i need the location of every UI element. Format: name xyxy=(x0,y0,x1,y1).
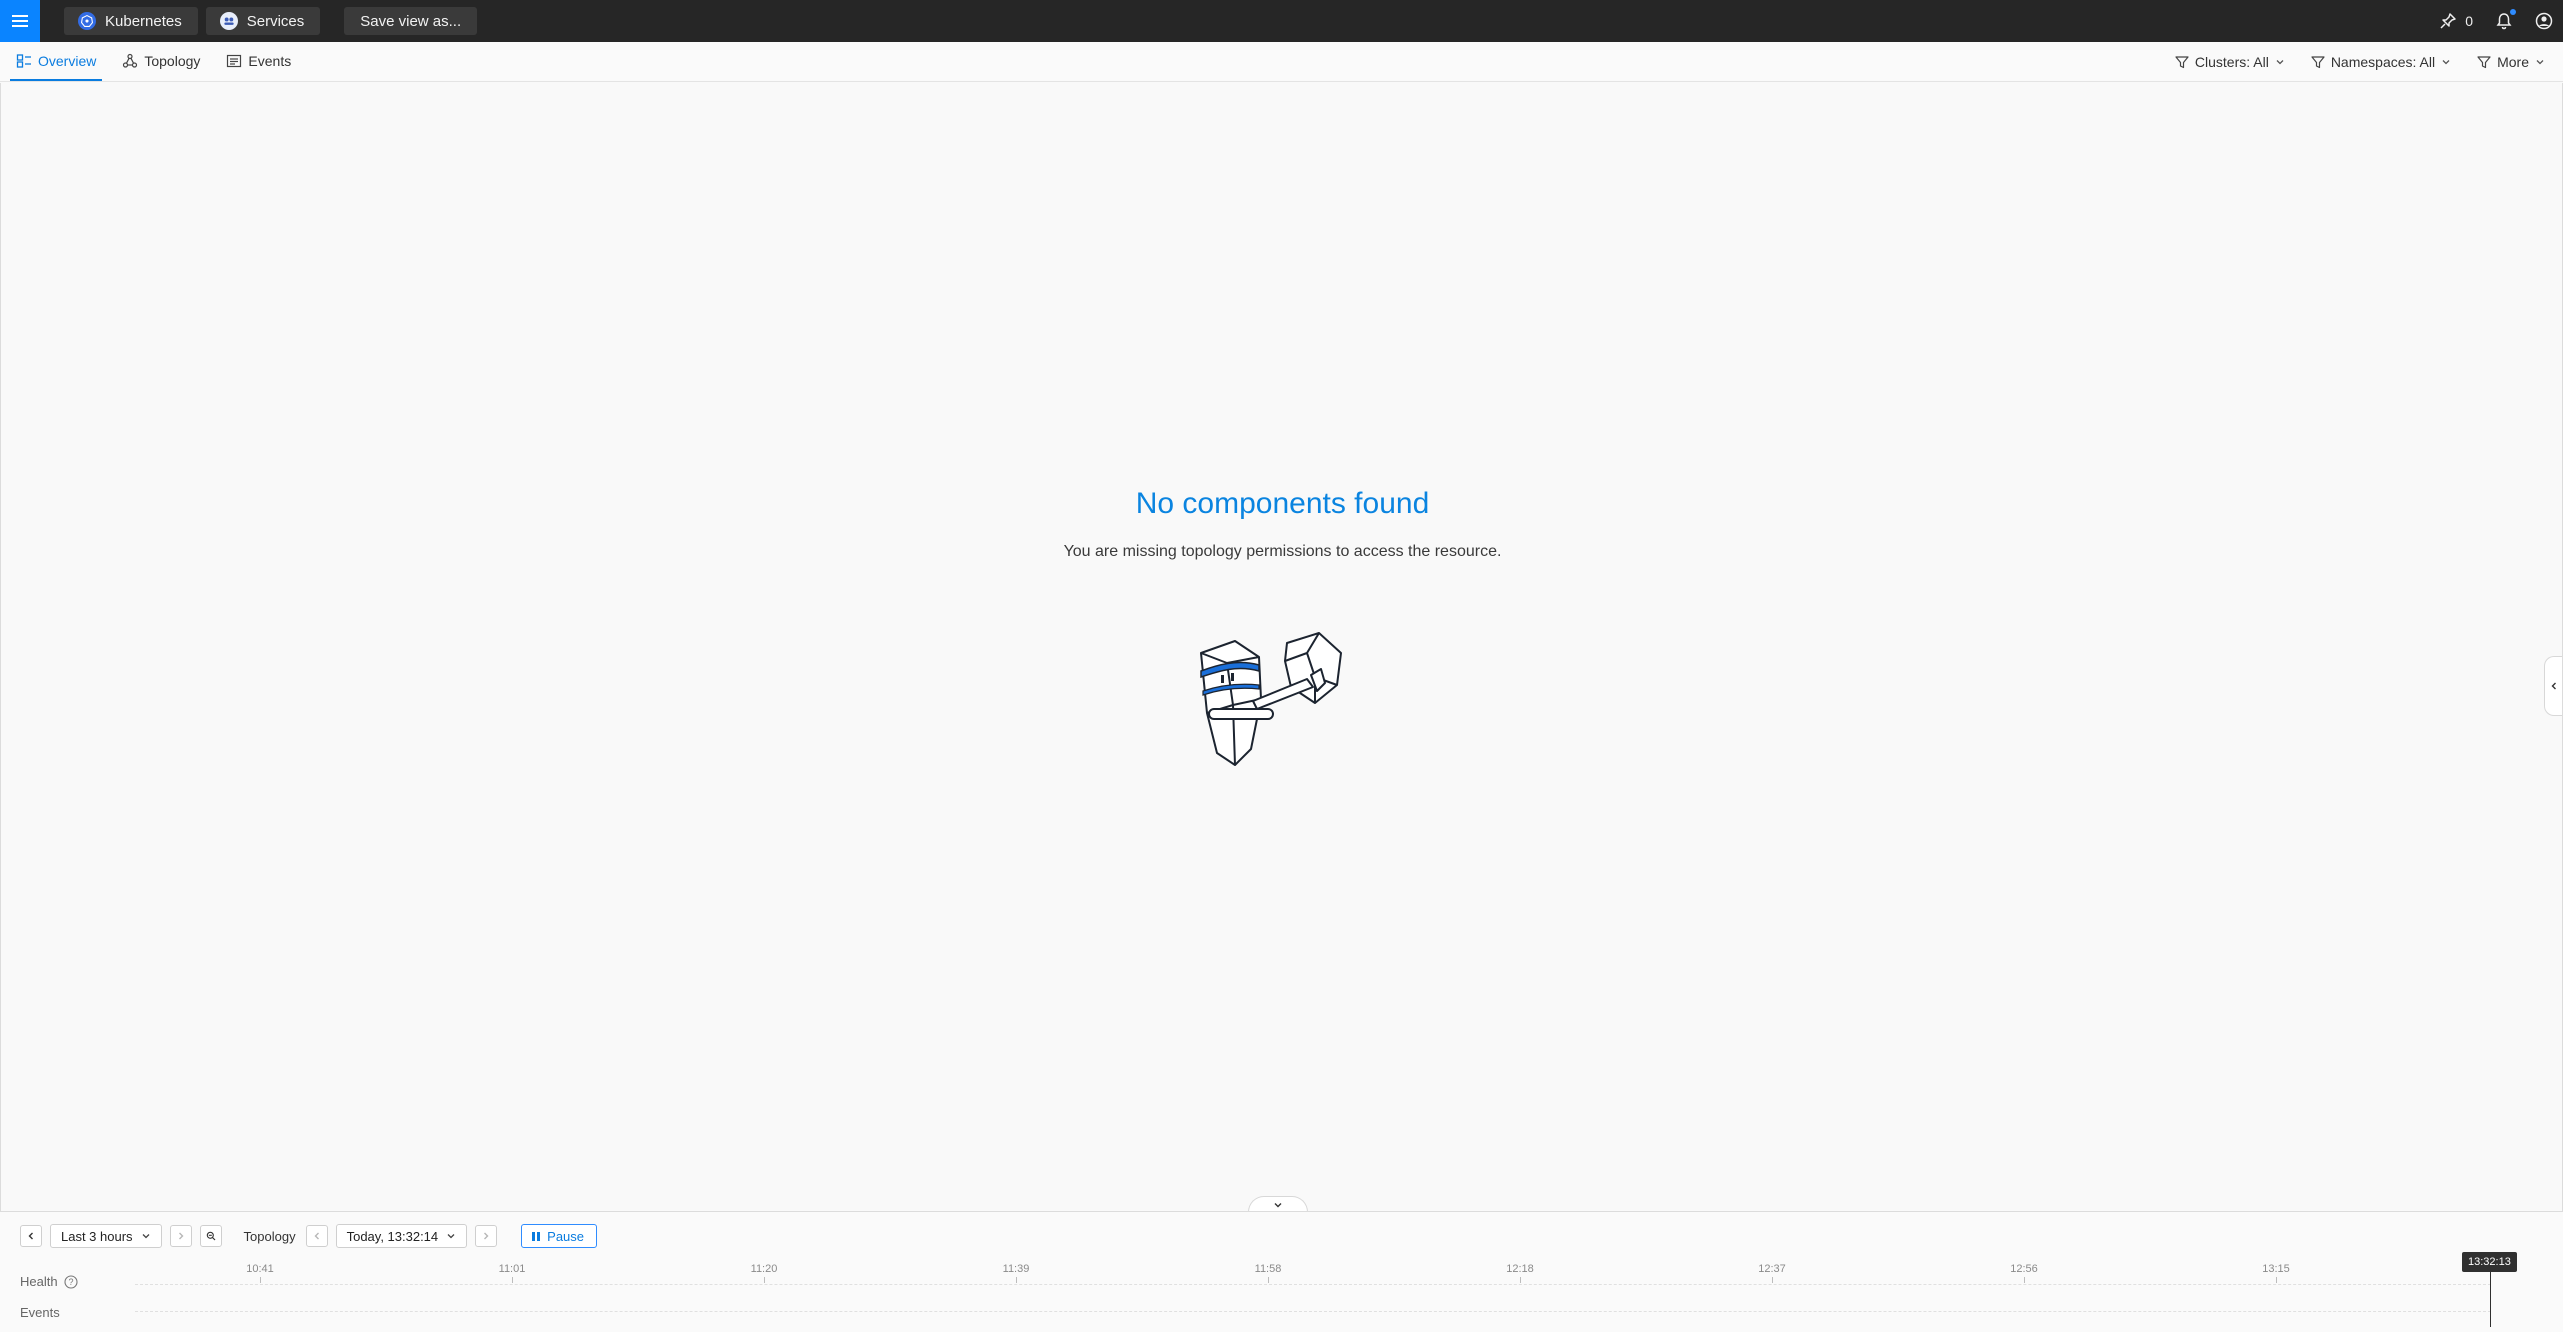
timeline-panel: Last 3 hours Topology Today, 13:32:14 Pa… xyxy=(0,1211,2563,1332)
more-filters[interactable]: More xyxy=(2477,54,2545,70)
current-time-marker[interactable] xyxy=(2490,1272,2491,1327)
row-label-text: Health xyxy=(20,1274,58,1289)
tab-topology[interactable]: Topology xyxy=(116,42,206,81)
timeline-tick xyxy=(1772,1277,1773,1283)
tab-label: Overview xyxy=(38,52,97,69)
health-row-label: Health ? xyxy=(20,1274,78,1289)
view-tab-bar: Overview Topology Events Clusters: All N… xyxy=(0,42,2563,82)
pin-icon xyxy=(2440,13,2456,29)
help-icon[interactable]: ? xyxy=(64,1274,78,1289)
kubernetes-icon xyxy=(78,12,96,30)
timeline-tick xyxy=(1520,1277,1521,1283)
events-track[interactable] xyxy=(135,1311,2491,1312)
filter-bar: Clusters: All Namespaces: All More xyxy=(2149,42,2545,82)
chevron-down-icon xyxy=(1274,1202,1282,1207)
timeline-tick-label: 12:18 xyxy=(1506,1263,1534,1275)
timeline-tick xyxy=(260,1277,261,1283)
pins-count: 0 xyxy=(2465,13,2473,29)
filter-icon xyxy=(2477,56,2491,69)
timeline-collapse-handle[interactable] xyxy=(1248,1196,1308,1212)
health-track[interactable] xyxy=(135,1284,2491,1285)
timeline-tick-label: 13:15 xyxy=(2262,1263,2290,1275)
bell-icon xyxy=(2496,13,2512,30)
filter-icon xyxy=(2175,56,2189,69)
clusters-filter[interactable]: Clusters: All xyxy=(2175,54,2285,70)
events-icon xyxy=(227,54,242,67)
tab-overview[interactable]: Overview xyxy=(10,42,103,81)
breadcrumb-services[interactable]: Services xyxy=(205,7,321,35)
hamburger-icon xyxy=(12,15,28,27)
save-view-button[interactable]: Save view as... xyxy=(344,7,478,35)
side-panel-toggle[interactable] xyxy=(2544,656,2562,716)
pins-button[interactable]: 0 xyxy=(2439,12,2473,30)
main-content: No components found You are missing topo… xyxy=(0,83,2563,1211)
services-icon xyxy=(219,12,238,30)
overview-icon xyxy=(16,53,31,68)
user-menu-button[interactable] xyxy=(2535,12,2553,30)
empty-state-message: You are missing topology permissions to … xyxy=(1063,543,1502,560)
timeline-tick xyxy=(764,1277,765,1283)
top-bar: Kubernetes Services Save view as... 0 xyxy=(0,0,2563,42)
timeline-tick-label: 12:37 xyxy=(1758,1263,1786,1275)
breadcrumb-label: Services xyxy=(246,12,305,30)
timeline-tick xyxy=(2276,1277,2277,1283)
filter-icon xyxy=(2311,56,2325,69)
timeline-tick xyxy=(2024,1277,2025,1283)
breadcrumb-kubernetes[interactable]: Kubernetes xyxy=(64,7,198,35)
timeline-tick-label: 12:56 xyxy=(2010,1263,2038,1275)
notifications-button[interactable] xyxy=(2495,9,2516,30)
timeline-tick-label: 11:58 xyxy=(1254,1263,1282,1275)
row-label-text: Events xyxy=(20,1305,60,1320)
breadcrumb-label: Kubernetes xyxy=(105,12,182,30)
filter-label: More xyxy=(2497,54,2529,70)
top-right-actions: 0 xyxy=(2439,0,2563,42)
tab-label: Topology xyxy=(144,52,201,69)
chevron-left-icon xyxy=(2551,682,2556,690)
notification-dot xyxy=(2510,9,2516,15)
topology-icon xyxy=(123,53,138,68)
chevron-down-icon xyxy=(2442,60,2450,65)
user-avatar-icon xyxy=(2535,12,2553,30)
tab-events[interactable]: Events xyxy=(220,42,297,81)
tab-label: Events xyxy=(248,52,292,69)
chevron-down-icon xyxy=(2536,60,2544,65)
hamburger-menu-button[interactable] xyxy=(0,0,40,42)
timeline-tick-label: 11:01 xyxy=(498,1263,526,1275)
events-row-label: Events xyxy=(20,1305,60,1320)
timeline-tick xyxy=(1268,1277,1269,1283)
timeline-tick-label: 10:41 xyxy=(246,1263,274,1275)
filter-label: Clusters: All xyxy=(2194,54,2269,70)
timeline-tick xyxy=(1016,1277,1017,1283)
current-time-badge: 13:32:13 xyxy=(2462,1252,2517,1272)
timeline-axis: 10:41 11:01 11:20 11:39 11:58 12:18 12:37 12:56… xyxy=(0,1212,2563,1332)
chevron-down-icon xyxy=(2276,60,2284,65)
empty-state-title: No components found xyxy=(1135,487,1430,520)
timeline-tick-label: 11:20 xyxy=(750,1263,778,1275)
robot-illustration xyxy=(1200,632,1342,766)
timeline-tick xyxy=(512,1277,513,1283)
timeline-tick-label: 11:39 xyxy=(1002,1263,1030,1275)
svg-text:?: ? xyxy=(68,1277,73,1287)
namespaces-filter[interactable]: Namespaces: All xyxy=(2311,54,2451,70)
filter-label: Namespaces: All xyxy=(2330,54,2436,70)
